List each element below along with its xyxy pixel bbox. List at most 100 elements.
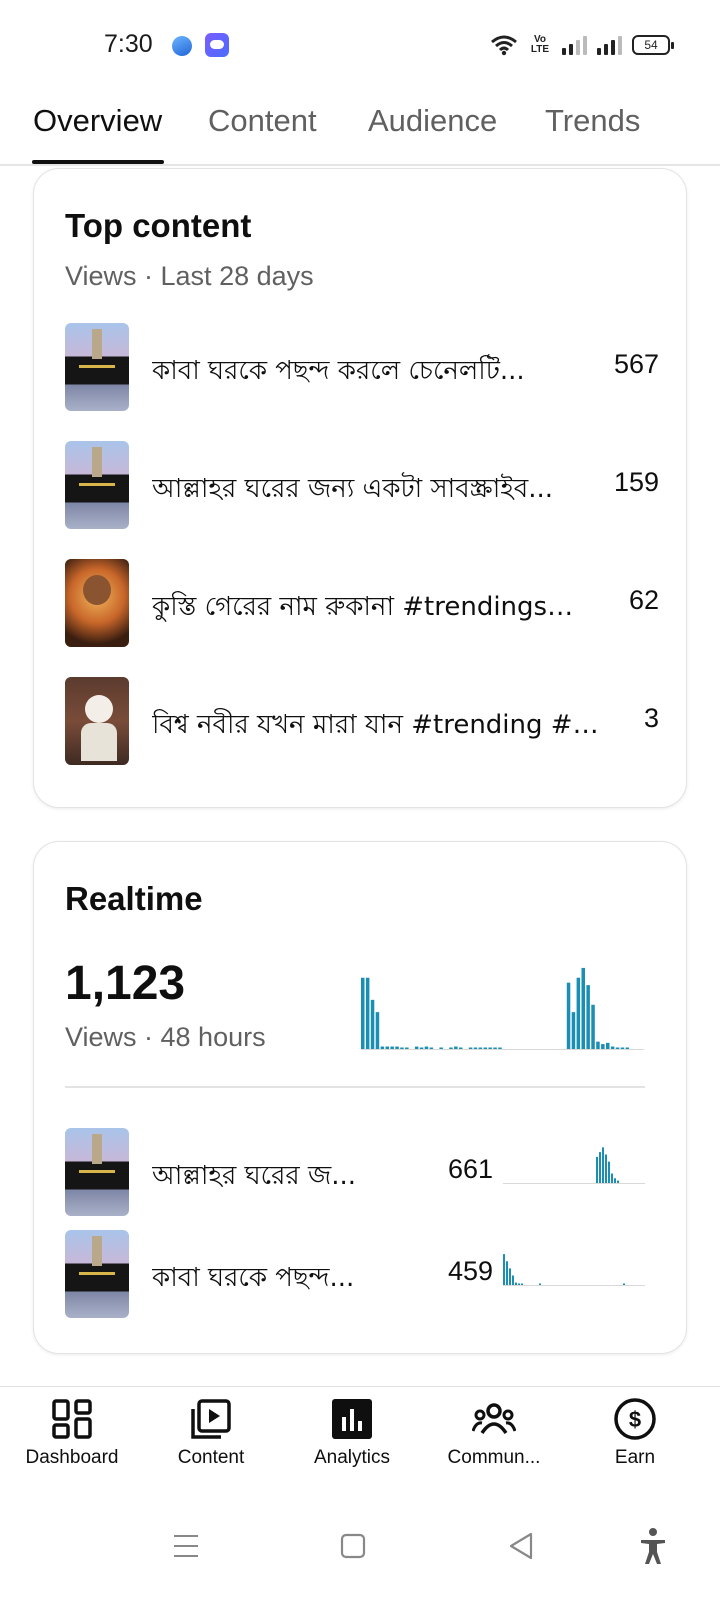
menu-icon[interactable] bbox=[166, 1526, 206, 1566]
video-thumbnail bbox=[65, 1128, 129, 1216]
chart-bar bbox=[539, 1283, 541, 1285]
chart-bar bbox=[581, 967, 585, 1049]
nav-analytics[interactable]: Analytics bbox=[282, 1397, 422, 1469]
chart-bar bbox=[473, 1047, 478, 1049]
chart-bar bbox=[385, 1046, 389, 1049]
chart-bar bbox=[424, 1046, 429, 1049]
video-thumbnail bbox=[65, 441, 129, 529]
chart-bar bbox=[375, 1012, 380, 1049]
chart-bar bbox=[395, 1046, 399, 1049]
chart-bar bbox=[503, 1254, 505, 1285]
nav-content[interactable]: Content bbox=[141, 1397, 281, 1469]
nav-community[interactable]: Commun... bbox=[424, 1397, 564, 1469]
status-time: 7:30 bbox=[104, 30, 153, 58]
top-content-card: Top content Views · Last 28 days কাবা ঘর… bbox=[33, 168, 687, 808]
content-icon bbox=[191, 1399, 231, 1439]
video-title: বিশ্ব নবীর যখন মারা যান #trending #t... bbox=[152, 710, 600, 740]
top-content-item[interactable]: কুস্তি গেরের নাম রুকানা #trendingsh... 6… bbox=[65, 559, 659, 647]
chart-bar bbox=[615, 1047, 620, 1049]
video-views: 567 bbox=[613, 349, 659, 379]
weather-app-icon bbox=[205, 33, 229, 57]
chart-bar bbox=[576, 977, 581, 1049]
realtime-card[interactable]: Realtime 1,123 Views · 48 hours আল্লাহর … bbox=[33, 841, 687, 1354]
top-content-item[interactable]: বিশ্ব নবীর যখন মারা যান #trending #t... … bbox=[65, 677, 659, 765]
chart-bar bbox=[454, 1046, 458, 1049]
video-thumbnail bbox=[65, 323, 129, 411]
chart-bar bbox=[608, 1161, 610, 1183]
chart-bar bbox=[414, 1046, 419, 1049]
tab-overview[interactable]: Overview bbox=[33, 103, 162, 139]
chart-bar bbox=[617, 1180, 619, 1183]
chart-bar bbox=[566, 982, 571, 1049]
realtime-subtitle: Views · 48 hours bbox=[65, 1022, 266, 1052]
chart-bar bbox=[623, 1283, 625, 1285]
tab-content[interactable]: Content bbox=[208, 103, 317, 139]
chart-bar bbox=[610, 1046, 615, 1049]
video-thumbnail bbox=[65, 677, 129, 765]
status-indicators: Vo LTE 54 bbox=[490, 30, 674, 60]
video-realtime-chart bbox=[503, 1147, 645, 1184]
video-realtime-chart bbox=[503, 1254, 645, 1286]
battery-icon: 54 bbox=[632, 35, 674, 55]
video-title: কাবা ঘরকে পছন্দ করলে চেনেলটি... bbox=[152, 356, 525, 386]
chart-bar bbox=[515, 1282, 517, 1285]
video-title: কাবা ঘরকে পছন্দ... bbox=[152, 1263, 355, 1293]
chart-bar bbox=[599, 1152, 601, 1183]
nav-label: Earn bbox=[614, 1447, 656, 1468]
chart-bar bbox=[591, 1004, 595, 1049]
chart-bar bbox=[620, 1047, 625, 1049]
chart-bar bbox=[483, 1047, 487, 1049]
chart-bar bbox=[370, 999, 375, 1049]
chart-bar bbox=[625, 1047, 630, 1049]
chart-bar bbox=[488, 1047, 492, 1049]
chart-bar bbox=[605, 1154, 607, 1183]
tab-trends[interactable]: Trends bbox=[545, 103, 640, 139]
back-icon[interactable] bbox=[501, 1526, 541, 1566]
nav-label: Analytics bbox=[313, 1447, 391, 1468]
analytics-tabs: Overview Content Audience Trends bbox=[0, 90, 720, 166]
chart-bar bbox=[518, 1283, 520, 1285]
browser-app-icon bbox=[169, 33, 195, 59]
chart-bar bbox=[509, 1268, 511, 1285]
video-title: কুস্তি গেরের নাম রুকানা #trendingsh... bbox=[152, 592, 582, 622]
chart-bar bbox=[512, 1275, 514, 1285]
chart-bar bbox=[596, 1041, 600, 1049]
chart-bar bbox=[380, 1046, 385, 1049]
top-content-item[interactable]: আল্লাহর ঘরের জন্য একটা সাবস্ক্রাইব... 15… bbox=[65, 441, 659, 529]
top-content-item[interactable]: কাবা ঘরকে পছন্দ করলে চেনেলটি... 567 bbox=[65, 323, 659, 411]
dashboard-icon bbox=[52, 1399, 92, 1439]
chart-baseline bbox=[503, 1183, 645, 1184]
video-views: 661 bbox=[447, 1154, 493, 1184]
realtime-total-views: 1,123 bbox=[65, 957, 186, 1010]
chart-bar bbox=[571, 1012, 576, 1049]
chart-bar bbox=[596, 1156, 598, 1183]
chart-bar bbox=[429, 1047, 434, 1049]
chart-bar bbox=[586, 985, 590, 1049]
realtime-item[interactable]: আল্লাহর ঘরের জ... 661 bbox=[65, 1128, 659, 1216]
top-content-title: Top content bbox=[65, 207, 252, 244]
nav-earn[interactable]: $ Earn bbox=[565, 1397, 705, 1469]
tab-audience[interactable]: Audience bbox=[368, 103, 497, 139]
video-views: 159 bbox=[613, 467, 659, 497]
chart-bar bbox=[449, 1047, 453, 1049]
chart-bar bbox=[365, 977, 370, 1049]
realtime-item[interactable]: কাবা ঘরকে পছন্দ... 459 bbox=[65, 1230, 659, 1318]
status-bar: 7:30 Vo LTE 54 bbox=[0, 0, 720, 90]
realtime-title: Realtime bbox=[65, 880, 203, 917]
chart-bar bbox=[459, 1047, 463, 1049]
chart-bar bbox=[611, 1173, 613, 1183]
nav-dashboard[interactable]: Dashboard bbox=[2, 1397, 142, 1469]
chart-bar bbox=[419, 1047, 424, 1049]
chart-bar bbox=[506, 1261, 508, 1285]
chart-baseline bbox=[361, 1049, 644, 1050]
home-icon[interactable] bbox=[333, 1526, 373, 1566]
chart-bar bbox=[439, 1047, 443, 1049]
chart-bar bbox=[390, 1046, 394, 1049]
chart-bar bbox=[602, 1147, 604, 1183]
accessibility-icon[interactable] bbox=[633, 1526, 673, 1566]
community-icon bbox=[472, 1403, 516, 1435]
video-views: 3 bbox=[643, 703, 659, 733]
signal-icon-2 bbox=[597, 35, 622, 55]
nav-label: Dashboard bbox=[25, 1447, 119, 1468]
nav-label: Commun... bbox=[447, 1447, 541, 1468]
